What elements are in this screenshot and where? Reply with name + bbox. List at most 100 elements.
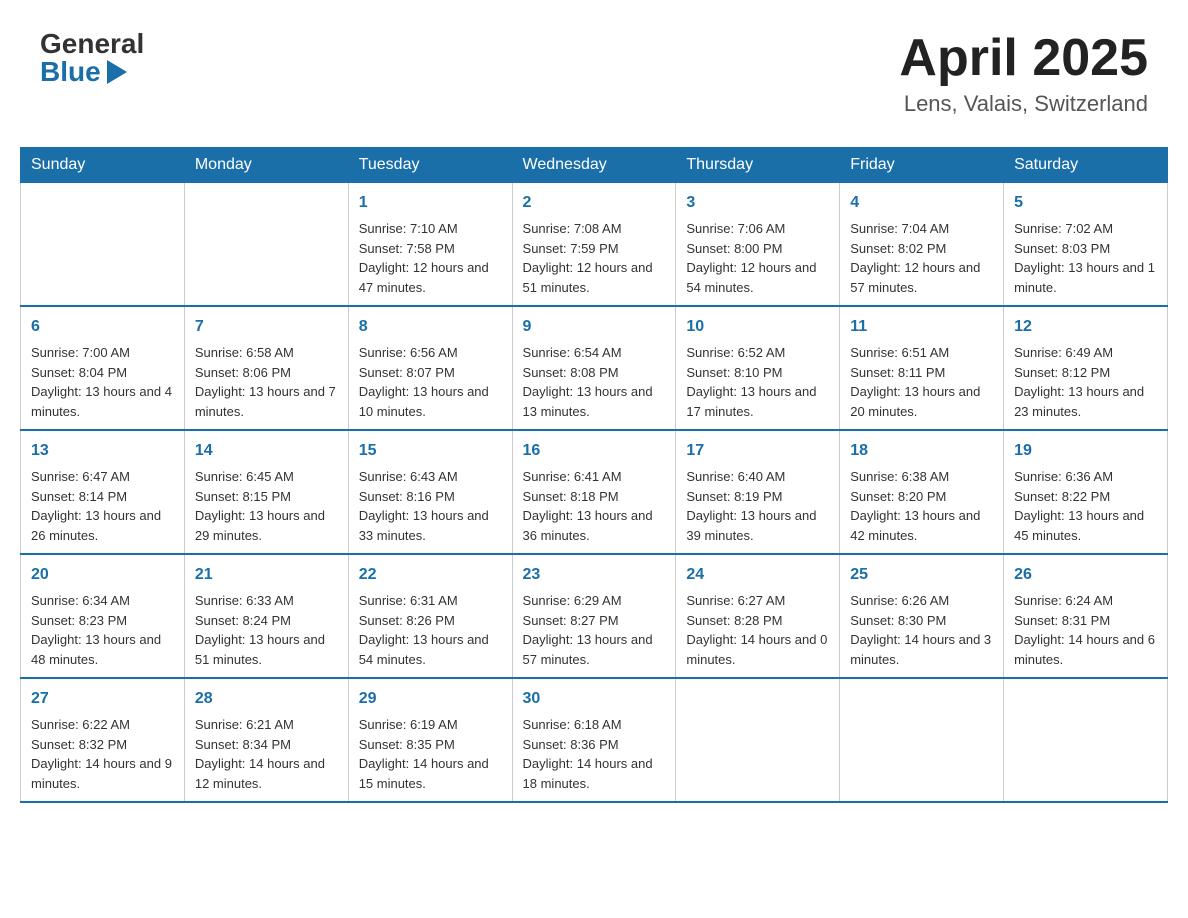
col-thursday: Thursday	[676, 148, 840, 183]
col-sunday: Sunday	[21, 148, 185, 183]
day-info: Sunrise: 7:00 AMSunset: 8:04 PMDaylight:…	[31, 345, 172, 419]
day-number: 8	[359, 315, 502, 339]
day-number: 21	[195, 563, 338, 587]
day-number: 9	[523, 315, 666, 339]
calendar-cell: 24 Sunrise: 6:27 AMSunset: 8:28 PMDayligh…	[676, 554, 840, 678]
col-monday: Monday	[184, 148, 348, 183]
calendar-cell: 16Sunrise: 6:41 AMSunset: 8:18 PMDayligh…	[512, 430, 676, 554]
calendar-cell: 30 Sunrise: 6:18 AMSunset: 8:36 PMDayligh…	[512, 678, 676, 802]
day-info: Sunrise: 6:54 AMSunset: 8:08 PMDaylight:…	[523, 345, 653, 419]
calendar-cell: 23 Sunrise: 6:29 AMSunset: 8:27 PMDayligh…	[512, 554, 676, 678]
calendar-header-row: Sunday Monday Tuesday Wednesday Thursday…	[21, 148, 1168, 183]
day-info: Sunrise: 6:19 AMSunset: 8:35 PMDaylight:…	[359, 717, 489, 791]
calendar-week-row: 13 Sunrise: 6:47 AMSunset: 8:14 PMDayligh…	[21, 430, 1168, 554]
calendar-cell	[184, 183, 348, 307]
col-saturday: Saturday	[1004, 148, 1168, 183]
day-number: 18	[850, 439, 993, 463]
calendar-cell: 27 Sunrise: 6:22 AMSunset: 8:32 PMDayligh…	[21, 678, 185, 802]
calendar-cell	[676, 678, 840, 802]
calendar-cell: 14 Sunrise: 6:45 AMSunset: 8:15 PMDayligh…	[184, 430, 348, 554]
calendar-cell: 29 Sunrise: 6:19 AMSunset: 8:35 PMDayligh…	[348, 678, 512, 802]
calendar-cell: 15 Sunrise: 6:43 AMSunset: 8:16 PMDayligh…	[348, 430, 512, 554]
day-info: Sunrise: 7:06 AMSunset: 8:00 PMDaylight:…	[686, 221, 816, 295]
day-number: 14	[195, 439, 338, 463]
calendar-cell: 25 Sunrise: 6:26 AMSunset: 8:30 PMDayligh…	[840, 554, 1004, 678]
day-info: Sunrise: 6:38 AMSunset: 8:20 PMDaylight:…	[850, 469, 980, 543]
day-number: 29	[359, 687, 502, 711]
day-info: Sunrise: 6:56 AMSunset: 8:07 PMDaylight:…	[359, 345, 489, 419]
logo-general-text: General	[40, 30, 144, 58]
calendar-week-row: 27 Sunrise: 6:22 AMSunset: 8:32 PMDayligh…	[21, 678, 1168, 802]
day-info: Sunrise: 6:33 AMSunset: 8:24 PMDaylight:…	[195, 593, 325, 667]
day-info: Sunrise: 6:41 AMSunset: 8:18 PMDaylight:…	[523, 469, 653, 543]
day-info: Sunrise: 6:47 AMSunset: 8:14 PMDaylight:…	[31, 469, 161, 543]
day-number: 20	[31, 563, 174, 587]
day-info: Sunrise: 6:51 AMSunset: 8:11 PMDaylight:…	[850, 345, 980, 419]
day-info: Sunrise: 6:36 AMSunset: 8:22 PMDaylight:…	[1014, 469, 1144, 543]
calendar-cell: 8 Sunrise: 6:56 AMSunset: 8:07 PMDaylight…	[348, 306, 512, 430]
day-info: Sunrise: 6:26 AMSunset: 8:30 PMDaylight:…	[850, 593, 991, 667]
title-block: April 2025 Lens, Valais, Switzerland	[899, 30, 1148, 117]
calendar-cell: 1 Sunrise: 7:10 AMSunset: 7:58 PMDaylight…	[348, 183, 512, 307]
day-info: Sunrise: 6:45 AMSunset: 8:15 PMDaylight:…	[195, 469, 325, 543]
day-number: 6	[31, 315, 174, 339]
day-number: 23	[523, 563, 666, 587]
day-number: 1	[359, 191, 502, 215]
calendar-cell: 21 Sunrise: 6:33 AMSunset: 8:24 PMDayligh…	[184, 554, 348, 678]
logo: General Blue	[40, 30, 144, 86]
day-number: 25	[850, 563, 993, 587]
calendar-week-row: 1 Sunrise: 7:10 AMSunset: 7:58 PMDaylight…	[21, 183, 1168, 307]
day-info: Sunrise: 7:10 AMSunset: 7:58 PMDaylight:…	[359, 221, 489, 295]
day-number: 24	[686, 563, 829, 587]
calendar-cell: 9 Sunrise: 6:54 AMSunset: 8:08 PMDaylight…	[512, 306, 676, 430]
calendar-cell: 5Sunrise: 7:02 AMSunset: 8:03 PMDaylight…	[1004, 183, 1168, 307]
day-info: Sunrise: 7:04 AMSunset: 8:02 PMDaylight:…	[850, 221, 980, 295]
page-header: General Blue April 2025 Lens, Valais, Sw…	[20, 20, 1168, 127]
day-info: Sunrise: 6:40 AMSunset: 8:19 PMDaylight:…	[686, 469, 816, 543]
calendar-cell: 7Sunrise: 6:58 AMSunset: 8:06 PMDaylight…	[184, 306, 348, 430]
calendar-cell: 2Sunrise: 7:08 AMSunset: 7:59 PMDaylight…	[512, 183, 676, 307]
day-info: Sunrise: 6:29 AMSunset: 8:27 PMDaylight:…	[523, 593, 653, 667]
day-info: Sunrise: 7:08 AMSunset: 7:59 PMDaylight:…	[523, 221, 653, 295]
day-info: Sunrise: 6:31 AMSunset: 8:26 PMDaylight:…	[359, 593, 489, 667]
day-number: 30	[523, 687, 666, 711]
day-number: 13	[31, 439, 174, 463]
day-info: Sunrise: 6:52 AMSunset: 8:10 PMDaylight:…	[686, 345, 816, 419]
calendar-table: Sunday Monday Tuesday Wednesday Thursday…	[20, 147, 1168, 803]
calendar-cell: 10 Sunrise: 6:52 AMSunset: 8:10 PMDayligh…	[676, 306, 840, 430]
day-info: Sunrise: 6:49 AMSunset: 8:12 PMDaylight:…	[1014, 345, 1144, 419]
day-number: 26	[1014, 563, 1157, 587]
day-number: 22	[359, 563, 502, 587]
day-info: Sunrise: 6:18 AMSunset: 8:36 PMDaylight:…	[523, 717, 653, 791]
day-number: 12	[1014, 315, 1157, 339]
day-number: 19	[1014, 439, 1157, 463]
day-number: 15	[359, 439, 502, 463]
calendar-cell: 3 Sunrise: 7:06 AMSunset: 8:00 PMDaylight…	[676, 183, 840, 307]
day-info: Sunrise: 6:22 AMSunset: 8:32 PMDaylight:…	[31, 717, 172, 791]
calendar-cell	[840, 678, 1004, 802]
day-info: Sunrise: 6:27 AMSunset: 8:28 PMDaylight:…	[686, 593, 827, 667]
day-number: 11	[850, 315, 993, 339]
location-subtitle: Lens, Valais, Switzerland	[899, 91, 1148, 117]
calendar-week-row: 20 Sunrise: 6:34 AMSunset: 8:23 PMDayligh…	[21, 554, 1168, 678]
calendar-cell: 11 Sunrise: 6:51 AMSunset: 8:11 PMDayligh…	[840, 306, 1004, 430]
calendar-cell	[21, 183, 185, 307]
day-number: 17	[686, 439, 829, 463]
logo-triangle-icon	[107, 60, 127, 84]
calendar-cell: 26Sunrise: 6:24 AMSunset: 8:31 PMDayligh…	[1004, 554, 1168, 678]
day-number: 10	[686, 315, 829, 339]
calendar-cell: 4 Sunrise: 7:04 AMSunset: 8:02 PMDaylight…	[840, 183, 1004, 307]
day-number: 4	[850, 191, 993, 215]
calendar-cell: 12 Sunrise: 6:49 AMSunset: 8:12 PMDayligh…	[1004, 306, 1168, 430]
day-number: 28	[195, 687, 338, 711]
day-number: 27	[31, 687, 174, 711]
day-info: Sunrise: 6:43 AMSunset: 8:16 PMDaylight:…	[359, 469, 489, 543]
col-wednesday: Wednesday	[512, 148, 676, 183]
calendar-week-row: 6 Sunrise: 7:00 AMSunset: 8:04 PMDaylight…	[21, 306, 1168, 430]
calendar-cell: 18 Sunrise: 6:38 AMSunset: 8:20 PMDayligh…	[840, 430, 1004, 554]
day-info: Sunrise: 6:34 AMSunset: 8:23 PMDaylight:…	[31, 593, 161, 667]
logo-blue-text: Blue	[40, 58, 129, 86]
day-info: Sunrise: 6:58 AMSunset: 8:06 PMDaylight:…	[195, 345, 336, 419]
day-info: Sunrise: 6:21 AMSunset: 8:34 PMDaylight:…	[195, 717, 325, 791]
day-number: 3	[686, 191, 829, 215]
